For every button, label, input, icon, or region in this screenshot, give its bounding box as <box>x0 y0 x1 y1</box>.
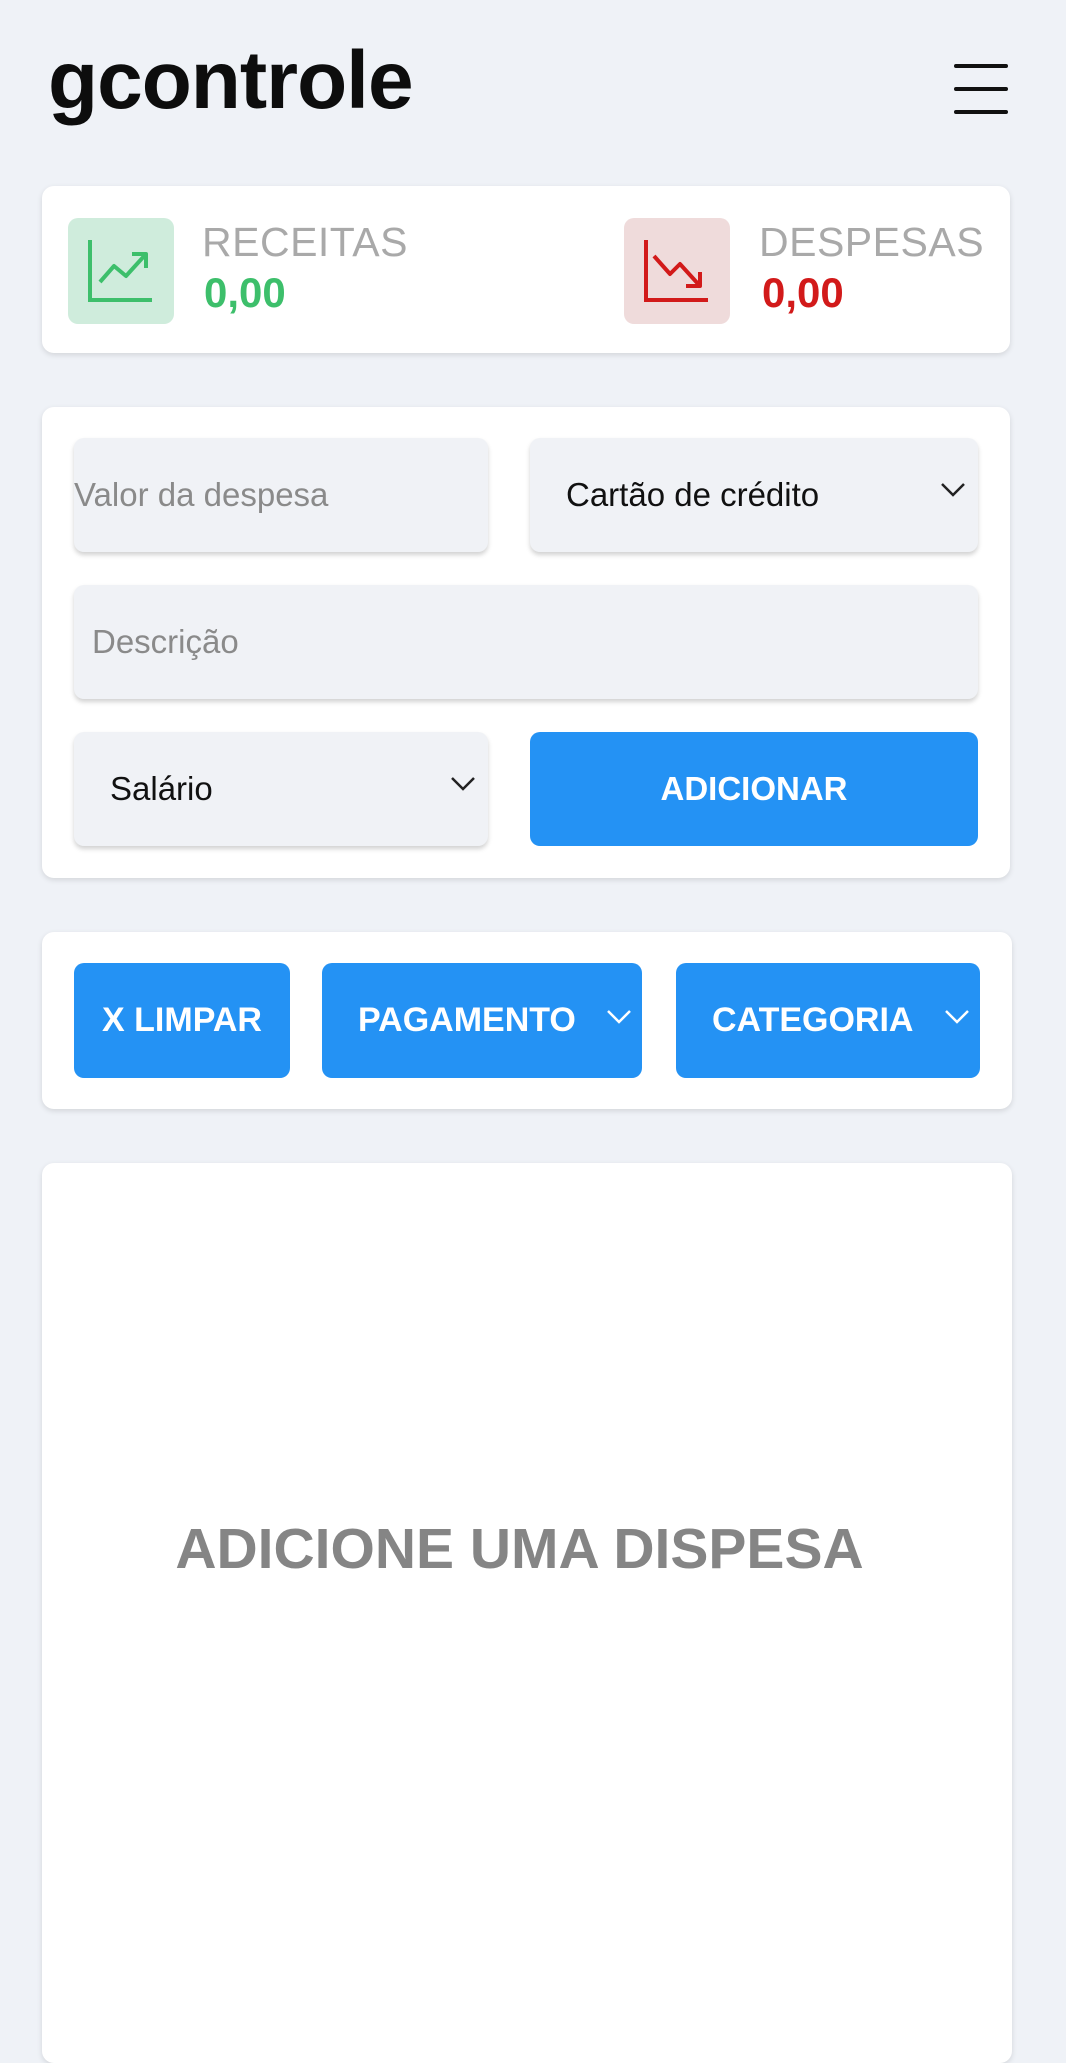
category-filter-button[interactable]: CATEGORIA <box>676 963 980 1078</box>
description-input[interactable] <box>74 585 978 699</box>
category-filter-label: CATEGORIA <box>712 1001 914 1039</box>
app-header: gcontrole <box>0 0 1066 180</box>
expense-form: Cartão de crédito Salário ADICIONAR <box>42 407 1010 878</box>
payment-filter-button[interactable]: PAGAMENTO <box>322 963 642 1078</box>
category-select[interactable]: Salário <box>74 732 488 846</box>
trending-up-icon <box>68 218 174 324</box>
expense-value: 0,00 <box>762 269 844 316</box>
filter-bar: X LIMPAR PAGAMENTO CATEGORIA <box>42 932 1012 1109</box>
payment-method-value: Cartão de crédito <box>566 476 820 513</box>
expense-list: ADICIONE UMA DISPESA <box>42 1163 1012 2063</box>
description-field[interactable] <box>74 585 978 699</box>
chevron-down-icon <box>945 1010 969 1024</box>
trending-down-icon <box>624 218 730 324</box>
expense-value-field[interactable] <box>74 438 488 552</box>
expense-label: DESPESAS <box>759 219 985 265</box>
clear-filters-button[interactable]: X LIMPAR <box>74 963 290 1078</box>
app-title: gcontrole <box>48 35 414 126</box>
chevron-down-icon <box>941 483 965 497</box>
category-value: Salário <box>110 770 213 807</box>
income-value: 0,00 <box>204 269 286 316</box>
expense-value-input[interactable] <box>74 438 488 552</box>
payment-filter-label: PAGAMENTO <box>358 1001 576 1039</box>
chevron-down-icon <box>451 777 475 791</box>
income-label: RECEITAS <box>202 219 408 265</box>
summary-card: RECEITAS 0,00 DESPESAS 0,00 <box>42 186 1010 353</box>
empty-state-message: ADICIONE UMA DISPESA <box>175 1517 864 1581</box>
add-button[interactable]: ADICIONAR <box>530 732 978 846</box>
payment-method-select[interactable]: Cartão de crédito <box>530 438 978 552</box>
hamburger-menu-icon[interactable] <box>950 60 1012 118</box>
chevron-down-icon <box>607 1010 631 1024</box>
